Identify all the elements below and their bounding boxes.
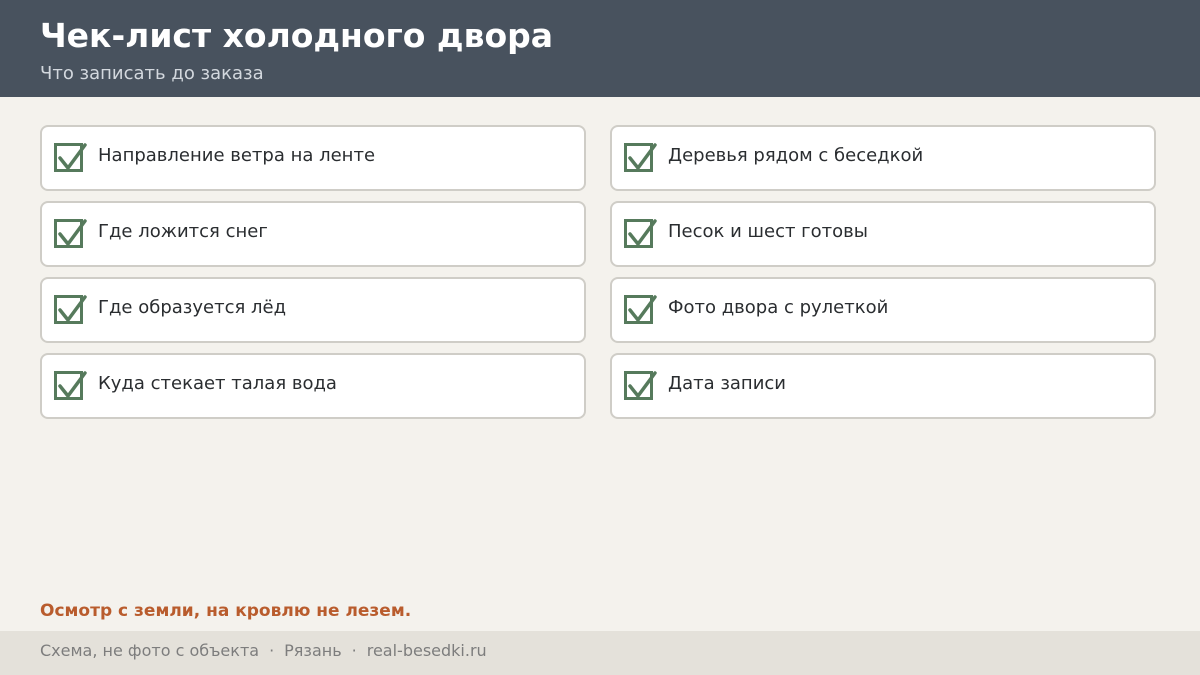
footer-text: Схема, не фото с объекта · Рязань · real-bes…: [40, 640, 487, 662]
checkmark-icon: [628, 371, 657, 398]
footer-disclaimer: Схема, не фото с объекта: [40, 641, 260, 660]
checklist-item-label: Где ложится снег: [98, 221, 268, 242]
checklist-item-label: Дата записи: [668, 373, 786, 394]
checkmark-icon: [58, 371, 87, 398]
checkbox[interactable]: [54, 295, 87, 324]
checklist-item-record-date[interactable]: Дата записи: [610, 353, 1156, 419]
checkmark-icon: [628, 295, 657, 322]
checkmark-icon: [628, 219, 657, 246]
checklist-item-label: Песок и шест готовы: [668, 221, 868, 242]
page-subtitle: Что записать до заказа: [40, 63, 264, 84]
footer-separator: ·: [269, 641, 275, 660]
footer: Схема, не фото с объекта · Рязань · real-bes…: [0, 631, 1200, 675]
checkmark-icon: [58, 295, 87, 322]
checkbox[interactable]: [624, 371, 657, 400]
checklist-item-label: Где образуется лёд: [98, 297, 287, 318]
checkbox[interactable]: [54, 143, 87, 172]
header: Чек-лист холодного двора Что записать до…: [0, 0, 1200, 97]
footer-site-link[interactable]: real-besedki.ru: [367, 641, 487, 660]
checklist-item-snow[interactable]: Где ложится снег: [40, 201, 586, 267]
checkmark-icon: [58, 219, 87, 246]
checklist-item-trees[interactable]: Деревья рядом с беседкой: [610, 125, 1156, 191]
checkmark-icon: [58, 143, 87, 170]
checkbox[interactable]: [54, 219, 87, 248]
footer-city: Рязань: [284, 641, 342, 660]
checklist-item-label: Фото двора с рулеткой: [668, 297, 889, 318]
checkbox[interactable]: [624, 143, 657, 172]
safety-note: Осмотр с земли, на кровлю не лезем.: [40, 601, 412, 621]
checkbox[interactable]: [624, 295, 657, 324]
checklist-item-label: Куда стекает талая вода: [98, 373, 337, 394]
checklist-item-label: Направление ветра на ленте: [98, 145, 376, 166]
checkmark-icon: [628, 143, 657, 170]
checkbox[interactable]: [624, 219, 657, 248]
checklist-item-ice[interactable]: Где образуется лёд: [40, 277, 586, 343]
page-title: Чек-лист холодного двора: [40, 16, 554, 55]
checklist: Направление ветра на ленте Деревья рядом…: [40, 125, 1156, 419]
checklist-item-meltwater[interactable]: Куда стекает талая вода: [40, 353, 586, 419]
footer-separator: ·: [351, 641, 357, 660]
checklist-item-yard-photo[interactable]: Фото двора с рулеткой: [610, 277, 1156, 343]
checklist-item-wind-direction[interactable]: Направление ветра на ленте: [40, 125, 586, 191]
checkbox[interactable]: [54, 371, 87, 400]
checklist-item-label: Деревья рядом с беседкой: [668, 145, 924, 166]
checklist-item-sand-pole[interactable]: Песок и шест готовы: [610, 201, 1156, 267]
